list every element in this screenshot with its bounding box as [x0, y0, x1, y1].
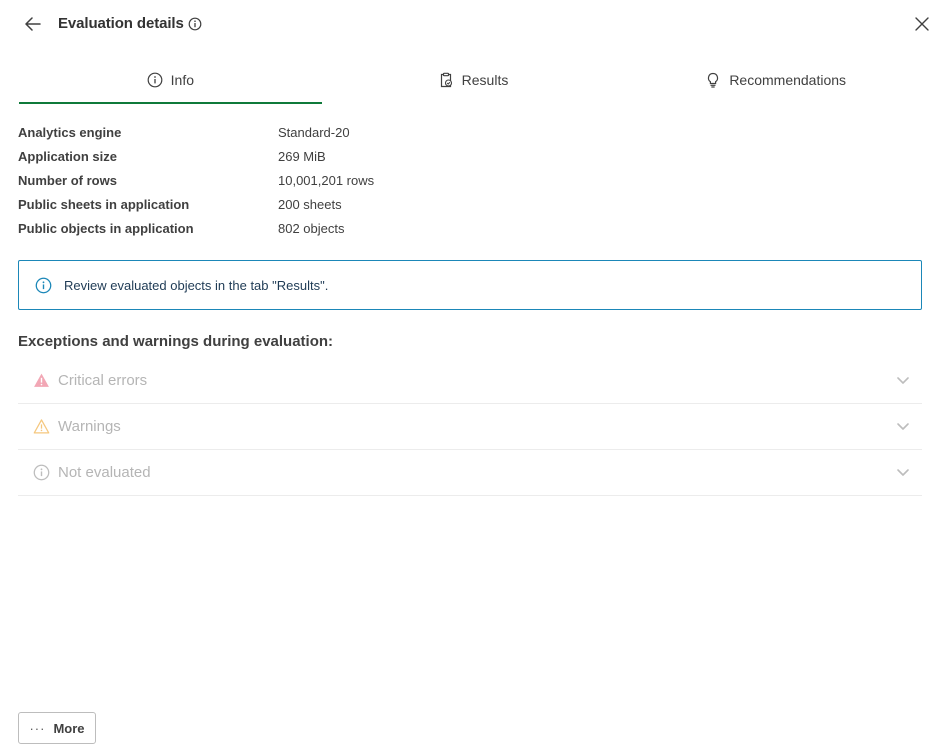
- close-icon: [915, 17, 929, 31]
- tab-bar: Info Results Recommendations: [19, 55, 927, 104]
- chevron-down-icon: [896, 465, 910, 479]
- info-row: Public objects in application 802 object…: [18, 216, 618, 240]
- info-label: Public sheets in application: [18, 196, 190, 212]
- info-value: 269 MiB: [278, 148, 326, 164]
- arrow-left-icon: [25, 17, 41, 31]
- tab-recommendations[interactable]: Recommendations: [624, 55, 927, 104]
- warning-filled-icon: [33, 372, 50, 389]
- lightbulb-icon: [705, 72, 721, 88]
- panel-header: Evaluation details: [0, 0, 946, 50]
- info-row: Number of rows 10,001,201 rows: [18, 168, 618, 192]
- tab-info[interactable]: Info: [19, 55, 322, 104]
- info-label: Public objects in application: [18, 220, 194, 236]
- info-icon[interactable]: [188, 17, 202, 31]
- info-label: Number of rows: [18, 172, 117, 188]
- accordion-warnings[interactable]: Warnings: [18, 404, 922, 450]
- tab-results[interactable]: Results: [322, 55, 625, 104]
- back-button[interactable]: [20, 12, 46, 36]
- tab-label: Results: [461, 71, 509, 88]
- info-icon: [147, 72, 163, 88]
- info-row: Public sheets in application 200 sheets: [18, 192, 618, 216]
- warning-outline-icon: [33, 418, 50, 435]
- info-row: Analytics engine Standard-20: [18, 120, 618, 144]
- info-table: Analytics engine Standard-20 Application…: [18, 120, 618, 240]
- info-icon: [35, 277, 52, 294]
- accordion-not-evaluated[interactable]: Not evaluated: [18, 450, 922, 496]
- info-value: Standard-20: [278, 124, 350, 140]
- page-title: Evaluation details: [58, 15, 184, 32]
- info-label: Analytics engine: [18, 124, 122, 140]
- more-button[interactable]: ··· More: [18, 712, 96, 744]
- info-row: Application size 269 MiB: [18, 144, 618, 168]
- chevron-down-icon: [896, 373, 910, 387]
- ellipsis-icon: ···: [29, 720, 46, 736]
- info-label: Application size: [18, 148, 117, 164]
- clipboard-check-icon: [438, 72, 454, 88]
- tab-label: Recommendations: [729, 71, 847, 88]
- tab-label: Info: [170, 71, 195, 88]
- chevron-down-icon: [896, 419, 910, 433]
- info-banner: Review evaluated objects in the tab "Res…: [18, 260, 922, 310]
- banner-text: Review evaluated objects in the tab "Res…: [64, 277, 329, 293]
- more-label: More: [53, 720, 85, 736]
- exceptions-title: Exceptions and warnings during evaluatio…: [18, 333, 334, 350]
- accordion-label: Warnings: [58, 418, 121, 435]
- info-value: 10,001,201 rows: [278, 172, 375, 188]
- accordion-label: Not evaluated: [58, 464, 151, 481]
- info-icon: [33, 464, 50, 481]
- accordion-label: Critical errors: [58, 372, 148, 389]
- info-value: 200 sheets: [278, 196, 342, 212]
- close-button[interactable]: [910, 12, 934, 36]
- accordion-critical-errors[interactable]: Critical errors: [18, 358, 922, 404]
- info-value: 802 objects: [278, 220, 345, 236]
- exceptions-accordion: Critical errors Warnings Not evaluated: [18, 358, 922, 496]
